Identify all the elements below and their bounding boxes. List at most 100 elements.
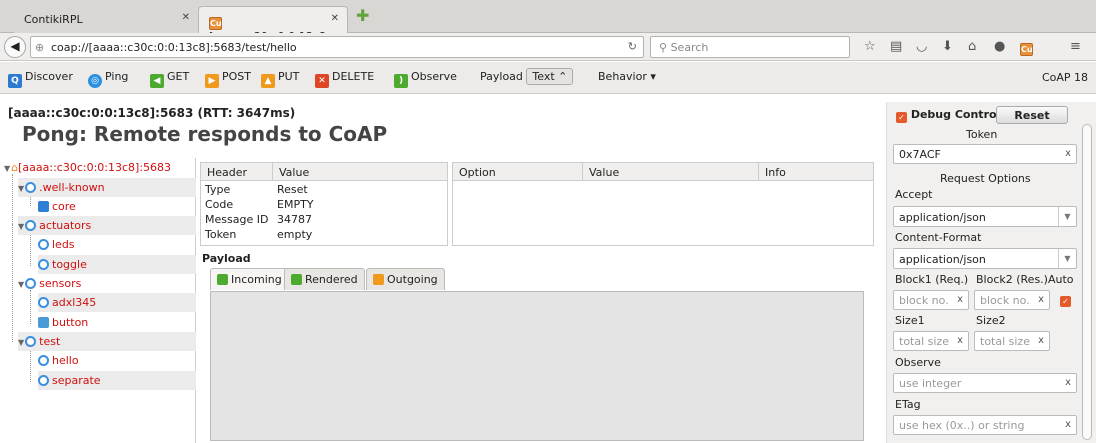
node-icon [38, 355, 49, 366]
resource-tree: ▼⌂[aaaa::c30c:0:0:13c8]:5683 ▼ .well-know… [0, 158, 196, 443]
payload-format[interactable]: Payload Text ⌃ [480, 68, 574, 85]
menu-icon[interactable]: ≡ [1070, 39, 1081, 54]
header-value: empty [277, 228, 313, 241]
new-tab-icon[interactable]: ✚ [356, 8, 370, 24]
post-button[interactable]: ▶ POST [205, 70, 251, 88]
token-label: Token [966, 128, 998, 141]
size1-label: Size1 [895, 314, 925, 327]
clear-icon: x [957, 335, 963, 346]
reload-icon[interactable]: ↻ [628, 40, 637, 53]
put-button[interactable]: ▲ PUT [261, 70, 299, 88]
tree-node-separate[interactable]: separate [38, 371, 196, 390]
header-name: Type [205, 183, 231, 196]
put-icon: ▲ [261, 74, 275, 88]
discover-button[interactable]: Q Discover [8, 70, 73, 88]
browser-tab-coap[interactable]: Cu[aaaa::c30c:0:0:13c8... ✕ [198, 6, 348, 43]
reading-list-icon[interactable]: ▤ [890, 39, 902, 54]
search-input[interactable]: ⚲ Search [650, 36, 850, 58]
scrollbar[interactable] [1082, 124, 1092, 440]
etag-field[interactable]: use hex (0x..) or string x [893, 415, 1077, 435]
auto-label: Auto [1048, 273, 1074, 286]
close-icon[interactable]: ✕ [182, 12, 190, 23]
delete-button[interactable]: ✕ DELETE [315, 70, 374, 88]
checkbox-icon: ✓ [896, 112, 907, 123]
block1-label: Block1 (Req.) [895, 273, 969, 286]
browser-tab-contikirpl[interactable]: ContikiRPL ✕ [14, 6, 198, 33]
payload-format-select: Text ⌃ [526, 68, 574, 85]
value-column: Value [583, 163, 759, 181]
node-icon [38, 259, 49, 270]
content-format-label: Content-Format [895, 231, 982, 244]
outgoing-icon [373, 274, 384, 285]
content-format-select[interactable]: application/json ▼ [893, 248, 1077, 269]
search-icon: ⚲ [659, 41, 671, 54]
tree-node-adxl345[interactable]: adxl345 [38, 293, 196, 312]
back-button[interactable]: ◀ [4, 36, 26, 58]
header-value: 34787 [277, 213, 312, 226]
clear-icon: x [1065, 377, 1071, 388]
close-icon[interactable]: ✕ [331, 13, 339, 24]
coap-version: CoAP 18 [1041, 71, 1088, 84]
reset-button[interactable]: Reset [996, 106, 1068, 124]
download-icon[interactable]: ⬇ [942, 39, 953, 54]
header-table: Header Value Type Reset Code EMPTY Messa… [200, 162, 448, 246]
observe-label: Observe [895, 356, 941, 369]
node-icon [25, 278, 37, 289]
post-icon: ▶ [205, 74, 219, 88]
chat-icon[interactable]: ● [994, 39, 1005, 54]
payload-label: Payload [480, 70, 523, 83]
tree-node-test[interactable]: ▼ test [18, 332, 196, 351]
behavior-menu[interactable]: Behavior ▾ [598, 70, 656, 83]
accept-select[interactable]: application/json ▼ [893, 206, 1077, 227]
block2-label: Block2 (Res.) [976, 273, 1048, 286]
pocket-icon[interactable]: ◡ [916, 39, 927, 54]
size2-field[interactable]: total size x [974, 331, 1050, 351]
navigation-bar: ◀ ⊕ coap://[aaaa::c30c:0:0:13c8]:5683/te… [0, 33, 1096, 61]
node-icon [25, 220, 37, 231]
copper-addon-icon[interactable]: Cu [1020, 39, 1037, 56]
tree-node-leds[interactable]: leds [38, 235, 196, 254]
url-bar[interactable]: ⊕ coap://[aaaa::c30c:0:0:13c8]:5683/test… [30, 36, 644, 58]
header-value: Reset [277, 183, 308, 196]
home-icon[interactable]: ⌂ [968, 39, 976, 54]
tree-node-core[interactable]: core [38, 197, 196, 216]
auto-checkbox[interactable]: ✓ [1060, 292, 1071, 307]
accept-label: Accept [895, 188, 933, 201]
search-placeholder: Search [670, 41, 709, 54]
size1-field[interactable]: total size x [893, 331, 969, 351]
block1-field[interactable]: block no. x [893, 290, 969, 310]
tree-node-well-known[interactable]: ▼ .well-known [18, 178, 196, 197]
tree-node-button[interactable]: button [38, 313, 196, 332]
tree-node-toggle[interactable]: toggle [38, 255, 196, 274]
tab-rendered[interactable]: Rendered [284, 268, 365, 290]
payload-area[interactable] [210, 291, 864, 441]
observe-field[interactable]: use integer x [893, 373, 1077, 393]
size2-label: Size2 [976, 314, 1006, 327]
ping-button[interactable]: ◎ Ping [88, 70, 128, 88]
clear-icon: x [1038, 294, 1044, 305]
get-icon: ◀ [150, 74, 164, 88]
info-column: Info [759, 163, 873, 181]
node-icon [38, 239, 49, 250]
copper-toolbar: Q Discover ◎ Ping ◀ GET ▶ POST ▲ PUT ✕ DELETE … [0, 62, 1096, 94]
observe-button[interactable]: ) Observe [394, 70, 457, 88]
tree-node-sensors[interactable]: ▼ sensors [18, 274, 196, 293]
star-icon[interactable]: ☆ [864, 39, 876, 54]
tree-node-actuators[interactable]: ▼ actuators [18, 216, 196, 235]
core-icon [38, 201, 49, 212]
header-name: Message ID [205, 213, 269, 226]
token-field[interactable]: 0x7ACF x [893, 144, 1077, 164]
request-options-label: Request Options [940, 172, 1031, 185]
debug-control-toggle[interactable]: ✓ Debug Control [896, 108, 1000, 123]
clear-icon: x [1038, 335, 1044, 346]
ping-icon: ◎ [88, 74, 102, 88]
tab-outgoing[interactable]: Outgoing [366, 268, 445, 290]
tree-node-hello[interactable]: hello [38, 351, 196, 370]
tree-root[interactable]: ▼⌂[aaaa::c30c:0:0:13c8]:5683 [4, 158, 196, 177]
get-button[interactable]: ◀ GET [150, 70, 189, 88]
rss-icon: ) [394, 74, 408, 88]
header-name: Token [205, 228, 237, 241]
tab-incoming[interactable]: Incoming [210, 268, 289, 290]
block2-field[interactable]: block no. x [974, 290, 1050, 310]
chevron-down-icon: ▼ [1058, 249, 1076, 268]
